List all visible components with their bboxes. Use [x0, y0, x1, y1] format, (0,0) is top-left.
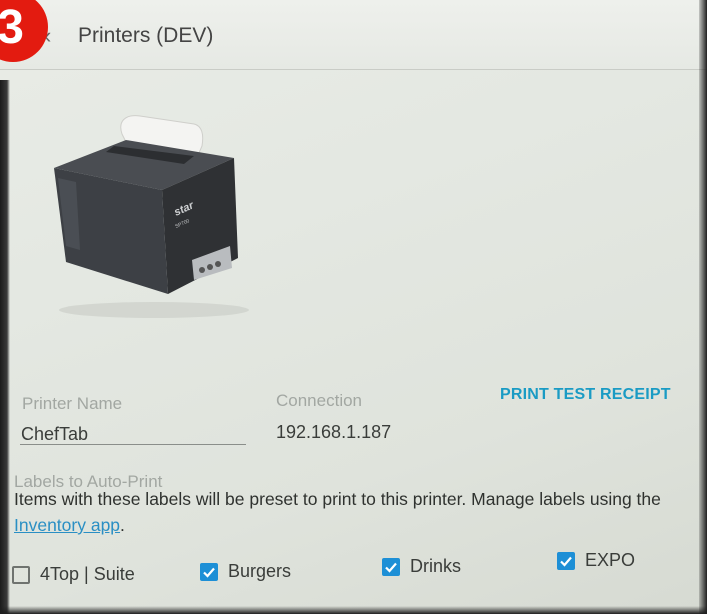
connection-value: 192.168.1.187 [276, 422, 392, 442]
print-test-receipt-button[interactable]: PRINT TEST RECEIPT [500, 386, 671, 404]
checkbox-label: EXPO [585, 550, 636, 570]
checkbox-label: Drinks [410, 556, 462, 576]
page-title: Printers (DEV) [78, 24, 214, 47]
connection-label: Connection [276, 391, 363, 410]
labels-description-end: . [120, 515, 125, 535]
checkbox-label: Burgers [228, 561, 292, 581]
checkbox-checked-icon[interactable] [382, 557, 400, 576]
checkbox-label: 4Top | Suite [40, 564, 135, 584]
checkbox-checked-icon[interactable] [200, 562, 218, 581]
printer-image: star SP700 [54, 115, 249, 318]
checkbox-unchecked-icon[interactable] [12, 565, 30, 584]
checkbox-checked-icon[interactable] [557, 551, 575, 570]
printer-name-label: Printer Name [22, 394, 123, 413]
inventory-app-link[interactable]: Inventory app [14, 515, 120, 535]
printer-name-underline [20, 444, 246, 445]
screen-bezel-right [699, 0, 707, 614]
app-screen: ‹ Printers (DEV) 3 star SP700 Printer Na… [0, 0, 707, 614]
label-checkbox-burgers[interactable]: Burgers [200, 561, 291, 582]
label-checkbox-expo[interactable]: EXPO [557, 550, 635, 571]
screen-bezel-bottom [0, 606, 707, 614]
printer-name-input[interactable]: ChefTab [21, 424, 88, 445]
labels-description: Items with these labels will be preset t… [14, 486, 704, 538]
label-checkbox-4top-suite[interactable]: 4Top | Suite [12, 564, 135, 585]
label-checkbox-drinks[interactable]: Drinks [382, 556, 461, 577]
step-number: 3 [0, 0, 24, 54]
screen-bezel-left [0, 80, 10, 614]
app-header: ‹ Printers (DEV) [0, 0, 707, 70]
labels-description-text: Items with these labels will be preset t… [14, 489, 661, 509]
